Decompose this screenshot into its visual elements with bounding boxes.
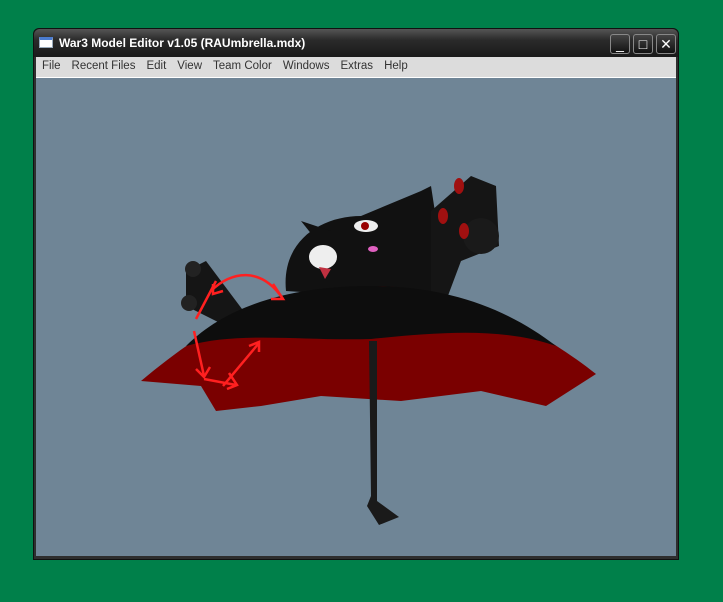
model-viewport[interactable]	[36, 78, 676, 556]
menu-windows[interactable]: Windows	[277, 57, 335, 72]
window-title: War3 Model Editor v1.05 (RAUmbrella.mdx)	[59, 36, 306, 50]
menu-help[interactable]: Help	[378, 57, 413, 72]
menu-edit[interactable]: Edit	[140, 57, 171, 72]
menu-extras[interactable]: Extras	[334, 57, 378, 72]
menu-bar: File Recent Files Edit View Team Color Window…	[36, 57, 676, 78]
umbrella-model	[141, 176, 596, 525]
menu-view[interactable]: View	[171, 57, 207, 72]
close-button[interactable]: ✕	[656, 34, 676, 54]
maximize-button[interactable]: □	[633, 34, 653, 54]
minimize-button[interactable]: _	[610, 34, 630, 54]
menu-team-color[interactable]: Team Color	[207, 57, 277, 72]
menu-file[interactable]: File	[36, 57, 66, 72]
app-icon	[39, 37, 53, 48]
menu-recent-files[interactable]: Recent Files	[66, 57, 141, 72]
title-bar[interactable]: War3 Model Editor v1.05 (RAUmbrella.mdx)…	[34, 29, 678, 57]
app-window: War3 Model Editor v1.05 (RAUmbrella.mdx)…	[33, 28, 679, 560]
